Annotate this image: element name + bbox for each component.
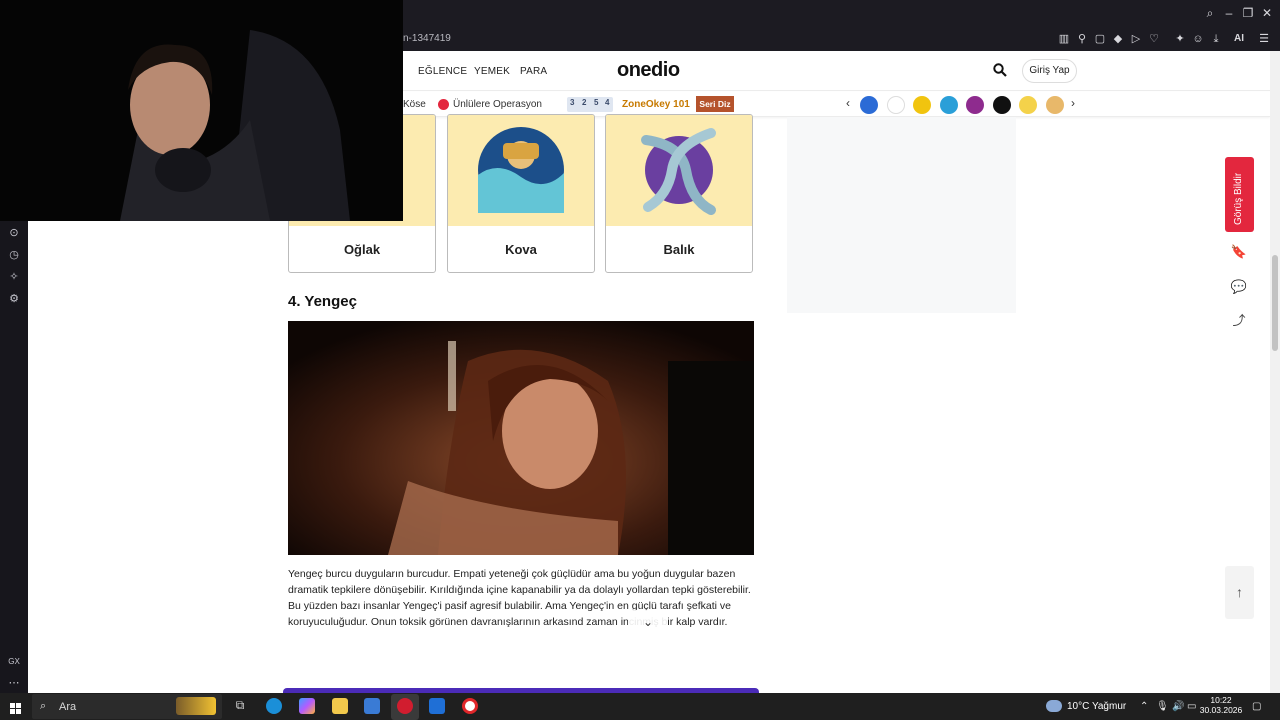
weather-icon xyxy=(1046,700,1062,712)
channel-dk-icon[interactable] xyxy=(887,96,905,114)
scrollbar-thumb[interactable] xyxy=(1272,255,1278,351)
article-paragraph: Yengeç burcu duyguların burcudur. Empati… xyxy=(288,568,751,628)
article-photo[interactable] xyxy=(288,321,754,555)
play-icon[interactable]: ▷ xyxy=(1129,32,1143,46)
minimize-icon[interactable]: – xyxy=(1222,6,1236,20)
speaker-icon[interactable]: 🔊 xyxy=(1172,701,1184,712)
taskbar-search-icon: ⌕ xyxy=(40,700,47,712)
kova-image xyxy=(448,115,594,226)
network-icon[interactable]: ▭ xyxy=(1187,701,1196,712)
taskbar-clock[interactable]: 10:22 30.03.2026 xyxy=(1198,695,1244,715)
page-scrollbar[interactable] xyxy=(1270,51,1280,693)
zodiac-card-kova[interactable]: Kova xyxy=(447,114,595,273)
channel-snowflake-icon[interactable] xyxy=(940,96,958,114)
recording-app-icon[interactable] xyxy=(462,698,478,714)
expand-chevron-down-icon[interactable]: ⌄ xyxy=(628,610,668,634)
channel-yellow-icon[interactable] xyxy=(913,96,931,114)
webcam-overlay xyxy=(0,0,403,221)
more-icon[interactable]: ⋯ xyxy=(7,676,21,690)
close-icon[interactable]: ✕ xyxy=(1260,6,1274,20)
task-view-icon[interactable]: ⧉ xyxy=(232,698,248,714)
site-logo[interactable]: onedio xyxy=(617,59,680,82)
clock-date: 30.03.2026 xyxy=(1199,705,1243,715)
url-text[interactable]: n-1347419 xyxy=(403,33,451,44)
search-highlight-image[interactable] xyxy=(176,697,216,715)
zodiac-card-balik[interactable]: Balık xyxy=(605,114,753,273)
download-icon[interactable]: ⤓ xyxy=(1209,32,1223,46)
sub-link-zoneokey[interactable]: ZoneOkey 101 xyxy=(622,99,690,110)
card-label: Kova xyxy=(505,242,537,257)
feedback-button[interactable]: Görüş Bildir xyxy=(1225,157,1254,232)
mail-icon[interactable] xyxy=(429,698,445,714)
pin-icon[interactable]: ⚲ xyxy=(1075,32,1089,46)
bookmark-icon[interactable]: 🔖 xyxy=(1228,241,1250,263)
profile-icon[interactable]: ☺ xyxy=(1191,32,1205,46)
share-icon[interactable]: ⤴ xyxy=(1228,310,1250,332)
sub-link-kose[interactable]: Köse xyxy=(403,99,426,110)
settings-icon[interactable]: ⚙ xyxy=(7,292,21,306)
taskbar-search-placeholder[interactable]: Ara xyxy=(59,701,76,713)
heart-icon[interactable]: ♡ xyxy=(1147,32,1161,46)
nav-eglence[interactable]: EĞLENCE xyxy=(418,66,467,77)
extensions-sidebar-icon[interactable]: ✧ xyxy=(7,270,21,284)
channel-bizpop-icon[interactable] xyxy=(966,96,984,114)
edge-icon[interactable] xyxy=(266,698,282,714)
ad-placeholder xyxy=(787,117,1016,313)
channel-black-icon[interactable] xyxy=(993,96,1011,114)
extensions-icon[interactable]: ✦ xyxy=(1173,32,1187,46)
live-dot-icon xyxy=(438,99,449,110)
game-digits-badge[interactable]: 3 2 5 4 xyxy=(567,97,613,112)
carousel-prev-icon[interactable]: ‹ xyxy=(846,96,850,110)
file-explorer-icon[interactable] xyxy=(332,698,348,714)
screenshot-icon[interactable]: ▢ xyxy=(1093,32,1107,46)
store-icon[interactable] xyxy=(364,698,380,714)
shield-icon[interactable]: ◆ xyxy=(1111,32,1125,46)
copilot-icon[interactable] xyxy=(299,698,315,714)
comments-icon[interactable]: 💬 xyxy=(1228,276,1250,298)
menu-icon[interactable]: ☰ xyxy=(1257,32,1271,46)
microphone-icon[interactable]: 🎙 xyxy=(1156,701,1169,712)
balik-image xyxy=(606,115,752,226)
login-button[interactable]: Giriş Yap xyxy=(1022,59,1077,83)
channel-onedio-icon[interactable] xyxy=(860,96,878,114)
channel-cookie-icon[interactable] xyxy=(1046,96,1064,114)
opera-gx-icon[interactable] xyxy=(397,698,413,714)
card-label: Oğlak xyxy=(343,242,381,257)
tray-chevron-icon[interactable]: ⌃ xyxy=(1140,701,1148,712)
gx-label[interactable]: GX xyxy=(7,655,21,669)
channel-mask-icon[interactable] xyxy=(1019,96,1037,114)
reader-icon[interactable]: ▥ xyxy=(1057,32,1071,46)
carousel-next-icon[interactable]: › xyxy=(1071,96,1075,110)
nav-yemek[interactable]: YEMEK xyxy=(474,66,510,77)
start-icon[interactable] xyxy=(10,701,21,714)
scroll-to-top-button[interactable]: ↑ xyxy=(1225,566,1254,619)
search-icon[interactable]: ⌕ xyxy=(1203,6,1217,20)
nav-para[interactable]: PARA xyxy=(520,66,547,77)
notifications-icon[interactable]: ▢ xyxy=(1252,701,1261,712)
section-heading: 4. Yengeç xyxy=(288,293,357,310)
maximize-icon[interactable]: ❐ xyxy=(1241,6,1255,20)
card-label: Balık xyxy=(663,242,695,257)
history-icon[interactable]: ◷ xyxy=(7,248,21,262)
player-icon[interactable]: ⊙ xyxy=(7,226,21,240)
weather-text[interactable]: 10°C Yağmur xyxy=(1067,701,1126,712)
site-search-icon[interactable] xyxy=(993,63,1007,77)
ai-button[interactable]: AI xyxy=(1229,32,1249,46)
seri-diz-badge[interactable]: Seri Diz xyxy=(696,96,734,112)
sub-link-unlulere[interactable]: Ünlülere Operasyon xyxy=(453,99,542,110)
clock-time: 10:22 xyxy=(1210,695,1232,705)
